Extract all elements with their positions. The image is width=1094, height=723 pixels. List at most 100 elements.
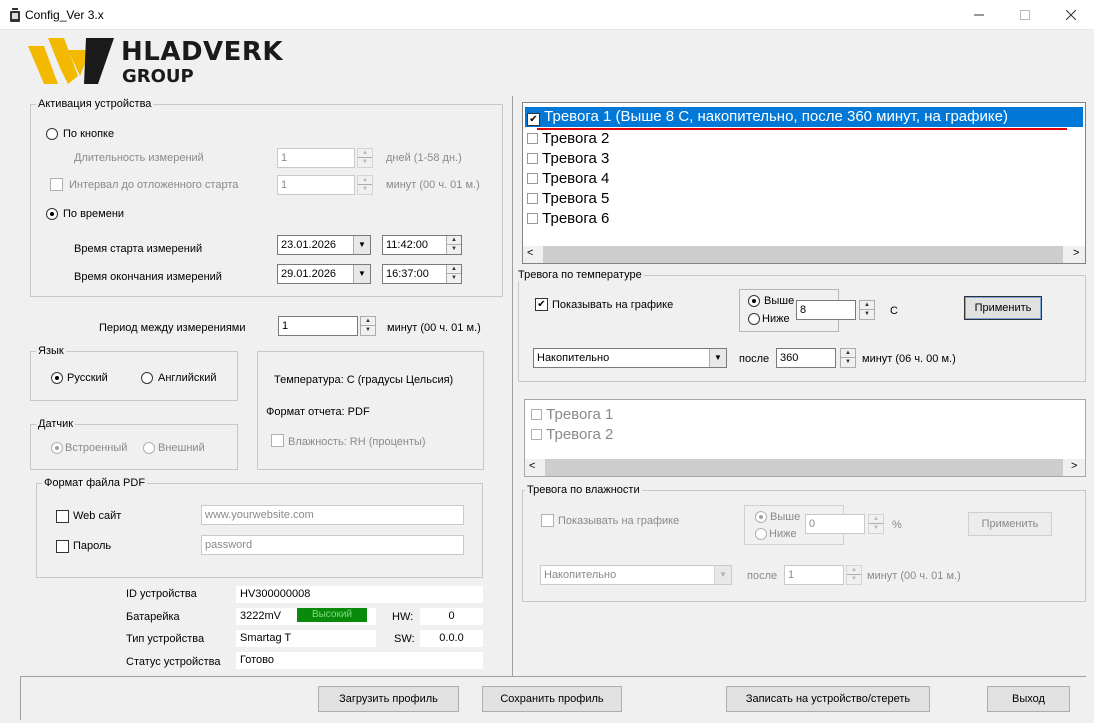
hum-after-spinner[interactable]: ▲ ▼: [846, 565, 862, 585]
temp-show-on-chart-checkbox[interactable]: ✔: [535, 298, 548, 311]
temp-above-radio[interactable]: [748, 295, 760, 307]
end-date-picker[interactable]: 29.01.2026 ▼: [277, 264, 371, 284]
minimize-button[interactable]: [956, 0, 1002, 30]
duration-spinner[interactable]: ▲ ▼: [357, 148, 373, 168]
hum-show-on-chart-label: Показывать на графике: [558, 515, 680, 527]
temp-alarm-3-checkbox[interactable]: [527, 153, 538, 164]
humidity-checkbox[interactable]: [271, 434, 284, 447]
maximize-button[interactable]: [1002, 0, 1048, 30]
hum-mode-select[interactable]: Накопительно ▼: [540, 565, 732, 585]
scroll-left-icon[interactable]: <: [527, 247, 533, 259]
temp-mode-select[interactable]: Накопительно ▼: [533, 348, 727, 368]
website-checkbox[interactable]: [56, 510, 69, 523]
hum-alarm-item-1[interactable]: Тревога 1: [531, 406, 613, 423]
sensor-builtin-radio[interactable]: [51, 442, 63, 454]
hum-mode-dropdown-icon[interactable]: ▼: [714, 566, 731, 584]
end-time-spinner[interactable]: ▲ ▼: [446, 265, 461, 283]
hum-alarm-2-checkbox[interactable]: [531, 429, 542, 440]
temp-after-label: после: [739, 353, 770, 365]
website-input[interactable]: www.yourwebsite.com: [201, 505, 464, 525]
hum-alarm-item-2[interactable]: Тревога 2: [531, 426, 613, 443]
start-time-spinner[interactable]: ▲ ▼: [446, 236, 461, 254]
temp-alarm-item-2[interactable]: Тревога 2: [527, 130, 609, 147]
temp-threshold-input[interactable]: 8: [796, 300, 856, 320]
temp-alarm-item-5[interactable]: Тревога 5: [527, 190, 609, 207]
hum-above-radio[interactable]: [755, 511, 767, 523]
temp-alarm-2-label: Тревога 2: [542, 130, 610, 147]
duration-input[interactable]: 1: [277, 148, 355, 168]
temp-after-input[interactable]: 360: [776, 348, 836, 368]
hum-apply-button[interactable]: Применить: [968, 512, 1052, 536]
duration-label: Длительность измерений: [74, 152, 204, 164]
password-checkbox[interactable]: [56, 540, 69, 553]
delay-label: Интервал до отложенного старта: [69, 179, 239, 191]
language-en-radio[interactable]: [141, 372, 153, 384]
start-time-picker[interactable]: 11:42:00 ▲ ▼: [382, 235, 462, 255]
temp-alarm-item-1[interactable]: ✔ Тревога 1 (Выше 8 С, накопительно, пос…: [527, 108, 1008, 126]
password-input[interactable]: password: [201, 535, 464, 555]
hum-threshold-spinner[interactable]: ▲ ▼: [868, 514, 884, 534]
hum-threshold-input[interactable]: 0: [805, 514, 865, 534]
hum-below-label: Ниже: [769, 528, 797, 540]
delay-spinner[interactable]: ▲ ▼: [357, 175, 373, 195]
delay-input[interactable]: 1: [277, 175, 355, 195]
hum-scroll-left-icon[interactable]: <: [529, 460, 535, 472]
scrollbar-thumb[interactable]: [543, 246, 1063, 263]
device-id-value: HV300000008: [236, 586, 483, 603]
temp-mode-dropdown-icon[interactable]: ▼: [709, 349, 726, 367]
temp-mode-value: Накопительно: [537, 352, 610, 364]
website-label: Web сайт: [73, 510, 122, 522]
sensor-external-radio[interactable]: [143, 442, 155, 454]
hum-scrollbar-thumb[interactable]: [545, 459, 1063, 476]
device-type-label: Тип устройства: [126, 633, 205, 645]
logo-subtext: GROUP: [122, 66, 194, 87]
by-button-radio[interactable]: [46, 128, 58, 140]
start-date-picker[interactable]: 23.01.2026 ▼: [277, 235, 371, 255]
temp-alarm-4-label: Тревога 4: [542, 170, 610, 187]
password-label: Пароль: [73, 540, 112, 552]
start-date-dropdown-icon[interactable]: ▼: [353, 236, 370, 254]
hum-alarm-2-label: Тревога 2: [546, 426, 614, 443]
end-time-picker[interactable]: 16:37:00 ▲ ▼: [382, 264, 462, 284]
scroll-right-icon[interactable]: >: [1073, 247, 1079, 259]
temp-threshold-spinner[interactable]: ▲ ▼: [859, 300, 875, 320]
period-spinner[interactable]: ▲ ▼: [360, 316, 376, 336]
humidity-alarm-list[interactable]: Тревога 1 Тревога 2 < >: [524, 399, 1086, 477]
load-profile-button[interactable]: Загрузить профиль: [318, 686, 459, 712]
temp-apply-button[interactable]: Применить: [964, 296, 1042, 320]
temp-alarm-item-3[interactable]: Тревога 3: [527, 150, 609, 167]
hum-alarm-1-checkbox[interactable]: [531, 409, 542, 420]
save-profile-button[interactable]: Сохранить профиль: [482, 686, 622, 712]
exit-button[interactable]: Выход: [987, 686, 1070, 712]
hum-list-horizontal-scrollbar[interactable]: < >: [525, 459, 1085, 476]
temp-alarm-1-checkbox[interactable]: ✔: [527, 113, 540, 126]
delay-checkbox[interactable]: [50, 178, 63, 191]
temp-list-horizontal-scrollbar[interactable]: < >: [523, 246, 1085, 263]
hum-show-on-chart-checkbox[interactable]: [541, 514, 554, 527]
temp-alarm-item-6[interactable]: Тревога 6: [527, 210, 609, 227]
title-bar: Config_Ver 3.x: [0, 0, 1094, 30]
write-device-button[interactable]: Записать на устройство/стереть: [726, 686, 930, 712]
temp-alarm-5-checkbox[interactable]: [527, 193, 538, 204]
temp-alarm-item-4[interactable]: Тревога 4: [527, 170, 609, 187]
period-input[interactable]: 1: [278, 316, 358, 336]
end-time-value: 16:37:00: [386, 268, 429, 280]
temp-below-radio[interactable]: [748, 313, 760, 325]
hum-below-radio[interactable]: [755, 528, 767, 540]
pdf-group: [36, 483, 483, 578]
temp-after-spinner[interactable]: ▲ ▼: [840, 348, 856, 368]
temp-alarm-6-checkbox[interactable]: [527, 213, 538, 224]
end-date-dropdown-icon[interactable]: ▼: [353, 265, 370, 283]
temp-alarm-5-label: Тревога 5: [542, 190, 610, 207]
close-button[interactable]: [1048, 0, 1094, 30]
hum-mode-value: Накопительно: [544, 569, 617, 581]
by-time-radio[interactable]: [46, 208, 58, 220]
temp-alarm-4-checkbox[interactable]: [527, 173, 538, 184]
sensor-external-label: Внешний: [158, 442, 205, 454]
language-ru-radio[interactable]: [51, 372, 63, 384]
maximize-icon: [1020, 10, 1030, 20]
hum-after-input[interactable]: 1: [784, 565, 844, 585]
temperature-alarm-list[interactable]: ✔ Тревога 1 (Выше 8 С, накопительно, пос…: [522, 102, 1086, 264]
hum-scroll-right-icon[interactable]: >: [1071, 460, 1077, 472]
temp-alarm-2-checkbox[interactable]: [527, 133, 538, 144]
